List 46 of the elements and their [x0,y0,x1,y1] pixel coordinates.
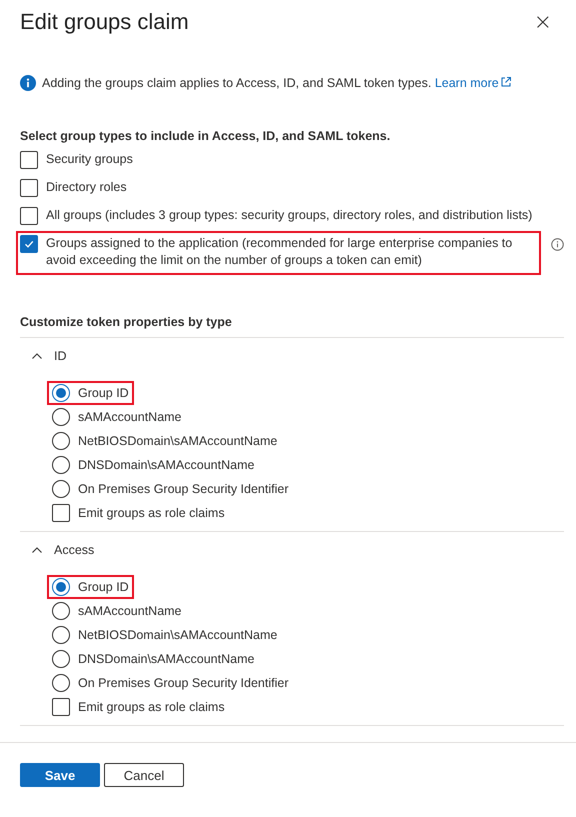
radio-label: On Premises Group Security Identifier [78,480,288,498]
radio-label: Group ID [78,578,129,596]
radio-label: NetBIOSDomain\sAMAccountName [78,432,278,450]
radio-button[interactable] [52,602,70,620]
info-icon[interactable] [551,238,564,251]
radio-label: DNSDomain\sAMAccountName [78,456,254,474]
checkbox-label: Emit groups as role claims [78,698,225,716]
section-header[interactable]: Access [20,532,94,559]
close-button[interactable]: × [530,12,556,34]
checkbox-label: Directory roles [46,179,128,196]
checkbox-label: Groups assigned to the application (recommended for large enterprise companies to avoid exceeding the limit on the number of groups a token can emit) [46,235,514,269]
group-types-heading: Select group types to include in Access, ID, and SAML tokens. [20,129,392,143]
info-icon [20,75,36,91]
checkbox-label: All groups (includes 3 group types: security groups, directory roles, and distribution lists) [46,207,534,224]
checkbox[interactable] [20,207,38,225]
radio-button[interactable] [52,480,70,498]
checkbox[interactable] [52,504,70,522]
radio-label: DNSDomain\sAMAccountName [78,650,254,668]
radio-button[interactable] [52,384,70,402]
checkbox[interactable] [20,151,38,169]
radio-label: sAMAccountName [78,602,182,620]
radio-button[interactable] [52,578,70,596]
checkbox-label: Emit groups as role claims [78,504,225,522]
radio-button[interactable] [52,432,70,450]
token-properties-heading: Customize token properties by type [20,315,564,338]
radio-label: NetBIOSDomain\sAMAccountName [78,626,278,644]
checkmark-icon [23,238,35,250]
radio-label: On Premises Group Security Identifier [78,674,288,692]
radio-label: sAMAccountName [78,408,182,426]
radio-label: Group ID [78,384,129,402]
external-link-icon [500,76,512,88]
info-message: Adding the groups claim applies to Access, ID, and SAML token types. Learn more [42,76,512,90]
save-button[interactable]: Save [20,763,100,787]
checkbox[interactable] [20,235,38,253]
cancel-button[interactable]: Cancel [104,763,184,787]
radio-button[interactable] [52,456,70,474]
window-title: Edit groups claim [20,9,189,35]
radio-button[interactable] [52,650,70,668]
checkbox-label: Security groups [46,151,134,168]
section-header[interactable]: ID [20,338,66,365]
radio-button[interactable] [52,626,70,644]
radio-button[interactable] [52,674,70,692]
checkbox[interactable] [20,179,38,197]
checkbox[interactable] [52,698,70,716]
learn-more-link[interactable]: Learn more [434,76,512,90]
radio-button[interactable] [52,408,70,426]
